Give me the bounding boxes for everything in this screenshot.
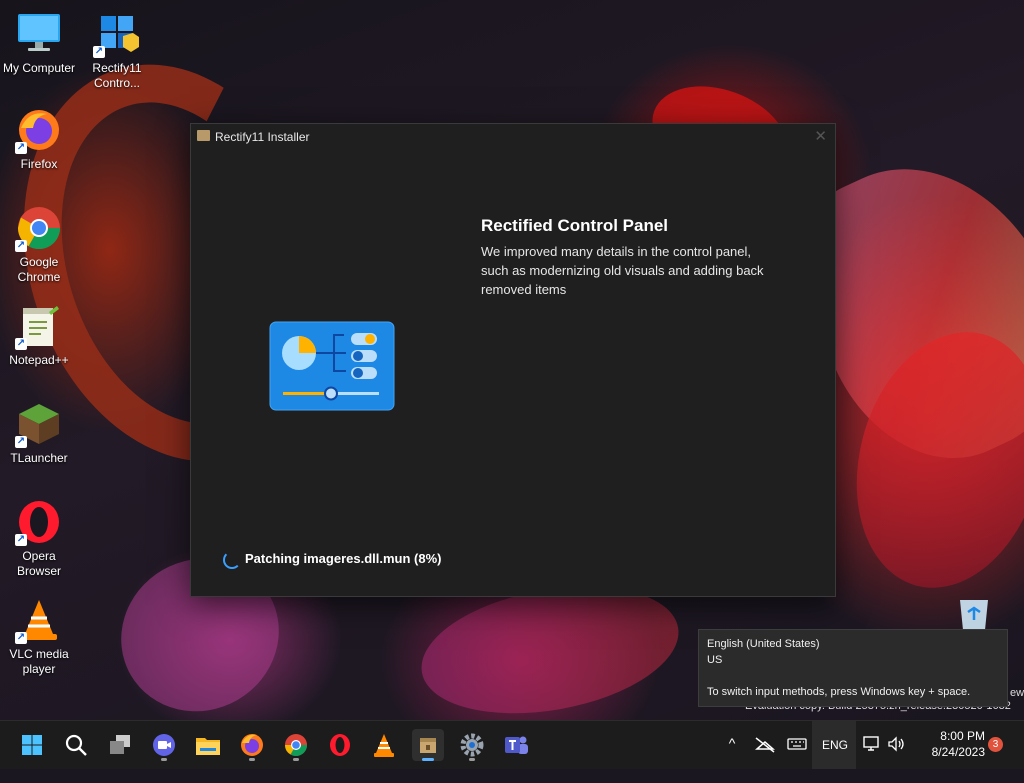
chrome-icon — [285, 734, 307, 756]
clock-time: 8:00 PM — [940, 729, 985, 743]
task-view-icon — [110, 735, 130, 754]
desktop-icon-label: Opera Browser — [16, 549, 61, 578]
watermark-suffix: ew — [1010, 687, 1024, 699]
taskbar-firefox[interactable] — [236, 729, 268, 761]
desktop-icon-opera[interactable]: ↗ Opera Browser — [1, 498, 77, 579]
notepadpp-icon: ↗ — [15, 302, 63, 350]
vlc-icon: ↗ — [15, 596, 63, 644]
desktop-icon-label: VLC media player — [9, 647, 69, 676]
taskbar-file-explorer[interactable] — [192, 729, 224, 761]
running-indicator — [161, 758, 167, 761]
shortcut-arrow-icon: ↗ — [15, 338, 27, 350]
running-indicator — [249, 758, 255, 761]
control-panel-illustration-icon — [269, 321, 395, 411]
opera-icon — [330, 734, 350, 756]
desktop-icon-vlc[interactable]: ↗ VLC media player — [1, 596, 77, 677]
meet-icon — [153, 734, 175, 756]
running-indicator — [422, 758, 434, 761]
desktop-icon-label: My Computer — [2, 61, 76, 75]
shortcut-arrow-icon: ↗ — [15, 142, 27, 154]
settings-icon — [460, 733, 484, 757]
shortcut-arrow-icon: ↗ — [15, 240, 27, 252]
taskbar-installer[interactable] — [412, 729, 444, 761]
desktop-icon-firefox[interactable]: ↗ Firefox — [1, 106, 77, 172]
language-code: ENG — [822, 738, 849, 752]
search-icon — [65, 734, 87, 756]
chrome-icon: ↗ — [15, 204, 63, 252]
desktop-icon-label: Notepad++ — [9, 353, 69, 367]
network-offline-icon[interactable] — [754, 735, 778, 755]
installer-title-icon — [197, 130, 210, 141]
taskbar-chrome[interactable] — [280, 729, 312, 761]
running-indicator — [469, 758, 475, 761]
installer-window[interactable]: Rectify11 Installer ✕ Rectified Control … — [190, 123, 836, 597]
taskbar-teams[interactable] — [500, 729, 532, 761]
feature-heading: Rectified Control Panel — [481, 216, 669, 235]
tooltip-language: English (United States) — [707, 638, 820, 650]
progress-status-text: Patching imageres.dll.mun (8%) — [245, 551, 442, 566]
taskbar: ^ ENG 8:00 PM 8/24/2023 — [0, 720, 1024, 769]
start-button[interactable] — [16, 729, 48, 761]
firefox-icon: ↗ — [15, 106, 63, 154]
control-panel-icon: ↗ — [93, 10, 141, 58]
start-icon — [22, 735, 42, 755]
teams-icon — [505, 736, 528, 754]
taskbar-vlc[interactable] — [368, 729, 400, 761]
desktop-icon-label: TLauncher — [10, 451, 68, 465]
desktop-icon-label: Firefox — [20, 157, 58, 171]
taskbar-meet[interactable] — [148, 729, 180, 761]
close-button[interactable]: ✕ — [814, 127, 827, 145]
display-icon[interactable] — [862, 735, 884, 755]
language-indicator[interactable]: ENG — [812, 721, 856, 769]
notification-badge[interactable]: 3 — [988, 737, 1003, 752]
desktop-icon-label: Google Chrome — [17, 255, 61, 284]
window-title: Rectify11 Installer — [215, 130, 310, 144]
language-tooltip: English (United States) US To switch inp… — [698, 629, 1008, 707]
search-button[interactable] — [60, 729, 92, 761]
volume-icon[interactable] — [886, 735, 908, 755]
vlc-icon — [374, 734, 394, 757]
tooltip-layout: US — [707, 654, 723, 666]
system-clock[interactable]: 8:00 PM 8/24/2023 — [915, 728, 985, 760]
shortcut-arrow-icon: ↗ — [93, 46, 105, 58]
loading-spinner-icon — [223, 551, 241, 569]
tlauncher-icon: ↗ — [15, 400, 63, 448]
monitor-icon — [15, 10, 63, 58]
firefox-icon — [241, 734, 263, 756]
recycle-bin-icon[interactable] — [956, 596, 992, 630]
desktop-icon-chrome[interactable]: ↗ Google Chrome — [1, 204, 77, 285]
file-explorer-icon — [196, 738, 220, 755]
clock-date: 8/24/2023 — [931, 745, 985, 759]
shortcut-arrow-icon: ↗ — [15, 534, 27, 546]
feature-description: We improved many details in the control … — [481, 244, 764, 297]
opera-icon: ↗ — [15, 498, 63, 546]
desktop-icon-tlauncher[interactable]: ↗ TLauncher — [1, 400, 77, 466]
task-view-button[interactable] — [104, 729, 136, 761]
taskbar-opera[interactable] — [324, 729, 356, 761]
installer-icon — [420, 738, 436, 753]
touch-keyboard-icon[interactable] — [787, 736, 809, 754]
shortcut-arrow-icon: ↗ — [15, 436, 27, 448]
taskbar-settings[interactable] — [456, 729, 488, 761]
running-indicator — [293, 758, 299, 761]
show-hidden-icons-chevron[interactable]: ^ — [722, 735, 742, 783]
shortcut-arrow-icon: ↗ — [15, 632, 27, 644]
desktop-icon-label: Rectify11 Contro... — [92, 61, 142, 90]
tooltip-hint: To switch input methods, press Windows k… — [707, 686, 971, 698]
desktop-icon-rectify11-control[interactable]: ↗ Rectify11 Contro... — [79, 10, 155, 91]
desktop-icon-notepadpp[interactable]: ↗ Notepad++ — [1, 302, 77, 368]
desktop-icon-my-computer[interactable]: My Computer — [1, 10, 77, 76]
